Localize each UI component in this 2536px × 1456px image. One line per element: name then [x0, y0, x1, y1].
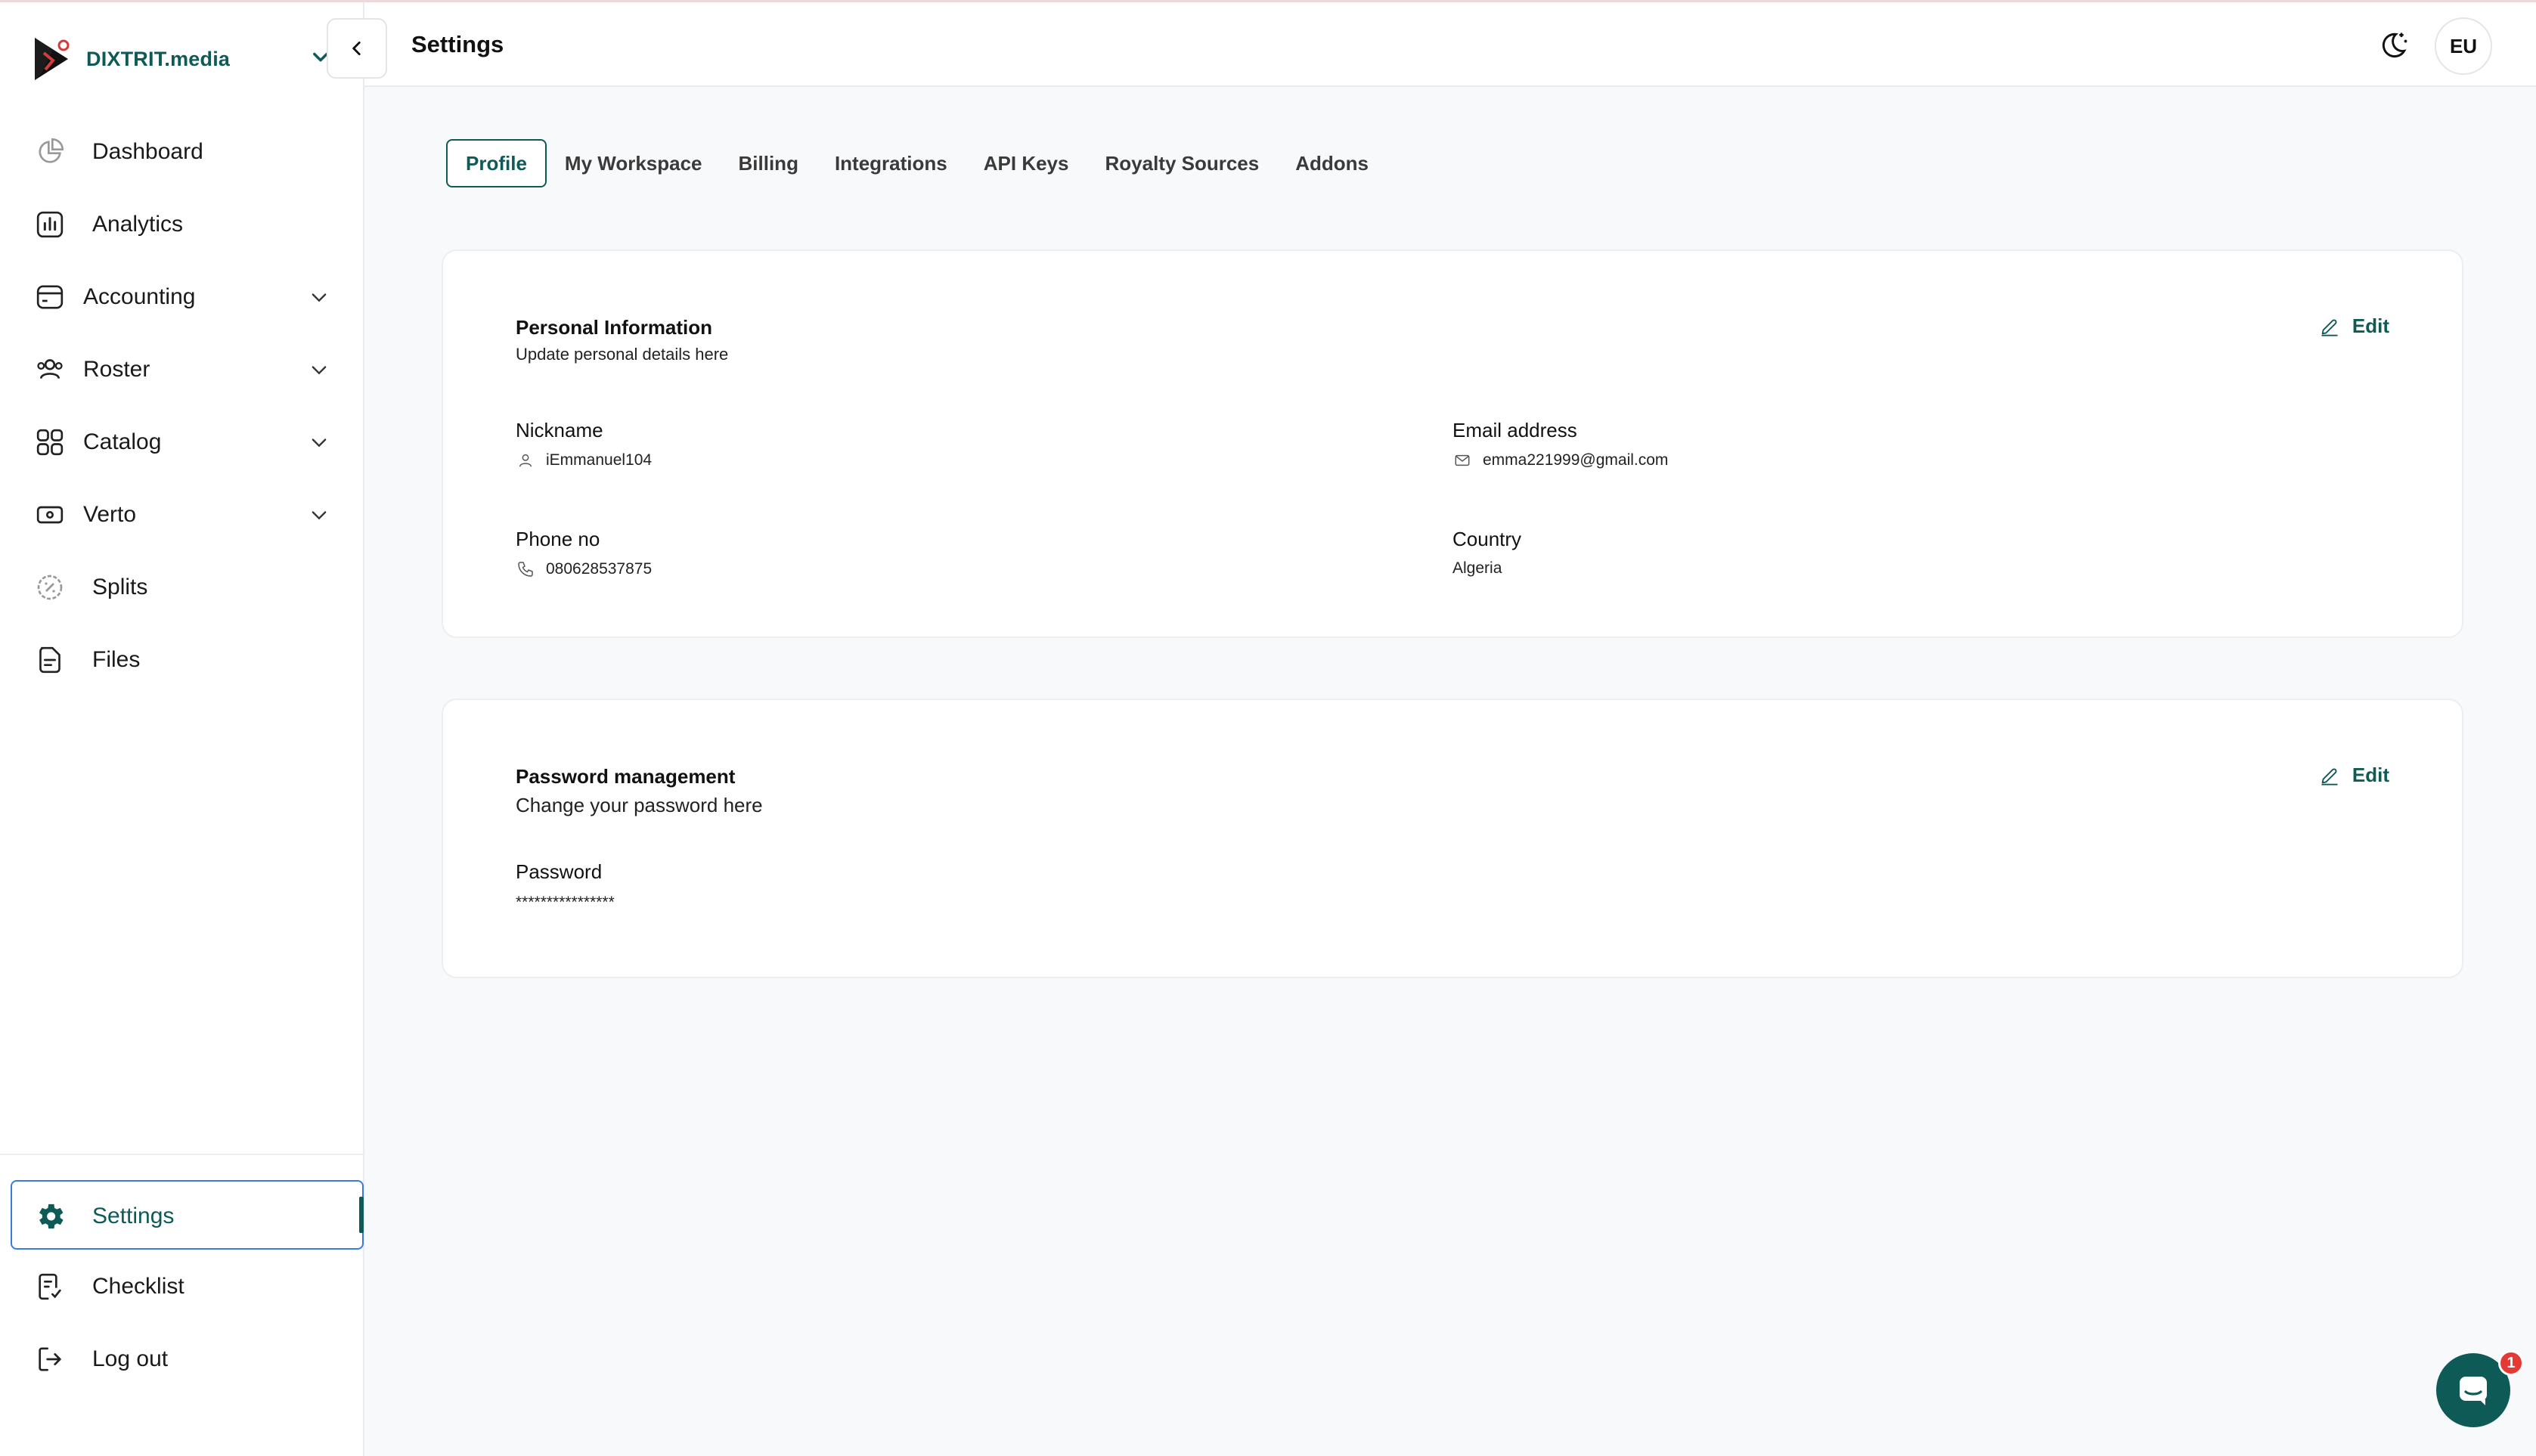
tab-profile[interactable]: Profile	[446, 139, 547, 187]
chevron-left-icon	[352, 42, 361, 55]
password-value-row: ****************	[516, 894, 615, 912]
sidebar-item-logout[interactable]: Log out	[33, 1332, 351, 1386]
sidebar-item-label: Analytics	[92, 212, 184, 237]
sidebar: DIXTRIT.media Dashboard Analytics Accoun…	[0, 2, 364, 1456]
active-indicator	[359, 1197, 364, 1233]
sidebar-item-label: Checklist	[92, 1274, 184, 1299]
sidebar-item-settings[interactable]: Settings	[11, 1180, 364, 1250]
email-label: Email address	[1452, 419, 1577, 441]
nickname-value: iEmmanuel104	[546, 451, 653, 469]
sidebar-item-label: Dashboard	[92, 139, 203, 164]
brand-logo-icon	[35, 38, 70, 80]
tab-api-keys[interactable]: API Keys	[966, 139, 1087, 187]
country-value: Algeria	[1452, 559, 1502, 577]
sidebar-item-settings-inner: Settings	[33, 1189, 351, 1244]
password-label: Password	[516, 860, 603, 883]
page-title: Settings	[411, 31, 504, 57]
pencil-icon	[2321, 767, 2338, 785]
sidebar-item-label: Roster	[83, 357, 150, 382]
password-management-card: Password management Change your password…	[442, 699, 2463, 978]
sidebar-item-checklist[interactable]: Checklist	[33, 1259, 351, 1314]
users-icon	[33, 353, 67, 386]
bar-chart-icon	[33, 208, 67, 241]
top-header: Settings EU	[364, 2, 2536, 87]
sidebar-item-roster[interactable]: Roster	[33, 342, 351, 397]
brand-name: DIXTRIT.media	[86, 47, 231, 70]
sidebar-item-analytics[interactable]: Analytics	[33, 197, 351, 252]
money-icon	[33, 498, 67, 531]
sidebar-item-label: Settings	[92, 1204, 175, 1228]
personal-information-card: Personal Information Update personal det…	[442, 249, 2463, 638]
sidebar-divider	[0, 1154, 364, 1155]
pie-chart-icon	[33, 135, 67, 169]
gear-icon	[33, 1200, 67, 1233]
phone-value: 080628537875	[546, 560, 653, 578]
sidebar-item-files[interactable]: Files	[33, 633, 351, 687]
grid-icon	[33, 426, 67, 459]
moon-stars-icon	[2382, 33, 2407, 58]
chevron-down-icon	[312, 511, 327, 520]
nickname-value-row: iEmmanuel104	[516, 451, 652, 470]
card-subtitle: Update personal details here	[516, 345, 729, 364]
file-icon	[33, 643, 67, 677]
sidebar-item-label: Log out	[92, 1346, 169, 1371]
collapse-sidebar-button[interactable]	[327, 18, 387, 79]
card-title: Personal Information	[516, 316, 713, 339]
country-label: Country	[1452, 528, 1522, 550]
phone-icon	[516, 559, 535, 579]
brand[interactable]: DIXTRIT.media	[30, 33, 230, 85]
theme-toggle-button[interactable]	[2374, 26, 2412, 64]
mail-icon	[1452, 451, 1472, 470]
phone-label: Phone no	[516, 528, 600, 550]
card-icon	[33, 280, 67, 314]
logout-icon	[33, 1343, 67, 1376]
sidebar-item-label: Splits	[92, 575, 148, 599]
chevron-down-icon	[312, 438, 327, 448]
sidebar-item-catalog[interactable]: Catalog	[33, 415, 351, 469]
sidebar-item-dashboard[interactable]: Dashboard	[33, 125, 351, 179]
settings-tabs: Profile My Workspace Billing Integration…	[446, 139, 1387, 187]
tab-my-workspace[interactable]: My Workspace	[547, 139, 721, 187]
sidebar-item-label: Files	[92, 647, 141, 672]
sidebar-item-splits[interactable]: Splits	[33, 560, 351, 615]
phone-value-row: 080628537875	[516, 559, 652, 579]
nickname-label: Nickname	[516, 419, 603, 441]
chat-icon	[2460, 1377, 2487, 1405]
notification-badge: 1	[2498, 1350, 2524, 1376]
chevron-down-icon	[312, 366, 327, 375]
password-value: ****************	[516, 894, 615, 911]
sidebar-item-label: Accounting	[83, 284, 196, 309]
percent-badge-icon	[33, 571, 67, 604]
pencil-icon	[2321, 318, 2338, 336]
sidebar-item-label: Verto	[83, 502, 137, 527]
sidebar-item-verto[interactable]: Verto	[33, 488, 351, 542]
sidebar-item-accounting[interactable]: Accounting	[33, 270, 351, 324]
tab-royalty-sources[interactable]: Royalty Sources	[1087, 139, 1277, 187]
tab-integrations[interactable]: Integrations	[817, 139, 966, 187]
checklist-icon	[33, 1270, 67, 1303]
app-root: DIXTRIT.media Dashboard Analytics Accoun…	[0, 0, 2536, 1456]
email-value-row: emma221999@gmail.com	[1452, 451, 1668, 470]
edit-personal-button[interactable]: Edit	[2319, 314, 2389, 338]
email-value: emma221999@gmail.com	[1483, 451, 1669, 469]
card-title: Password management	[516, 765, 736, 788]
user-avatar[interactable]: EU	[2435, 17, 2492, 75]
card-subtitle: Change your password here	[516, 794, 763, 816]
edit-password-button[interactable]: Edit	[2319, 764, 2389, 787]
tab-addons[interactable]: Addons	[1277, 139, 1387, 187]
user-icon	[516, 451, 535, 470]
chevron-down-icon	[312, 293, 327, 302]
edit-label: Edit	[2352, 764, 2389, 786]
sidebar-item-label: Catalog	[83, 429, 162, 454]
tab-billing[interactable]: Billing	[721, 139, 817, 187]
edit-label: Edit	[2352, 314, 2389, 337]
country-value-row: Algeria	[1452, 559, 1502, 578]
